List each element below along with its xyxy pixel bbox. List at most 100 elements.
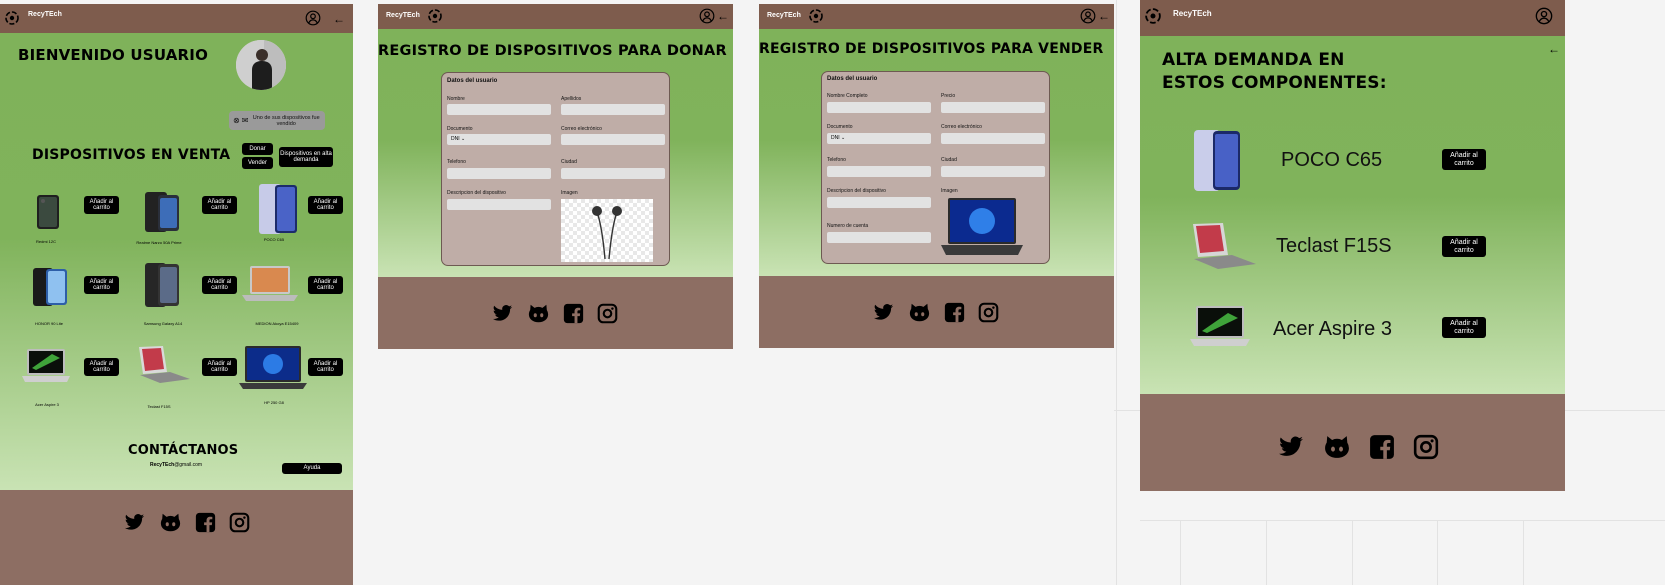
donate-button[interactable]: Donar bbox=[242, 143, 273, 155]
sold-notice[interactable]: ⊗ ✉ Uno de sus dispositivos fue vendido bbox=[229, 111, 325, 130]
facebook-icon[interactable] bbox=[195, 512, 216, 533]
field-label: Nombre Completo bbox=[827, 93, 868, 99]
product-image-phone[interactable] bbox=[32, 267, 68, 312]
github-icon[interactable] bbox=[1323, 434, 1351, 460]
phone-input[interactable] bbox=[447, 168, 551, 179]
user-circle-icon[interactable] bbox=[1080, 8, 1096, 24]
brand-name[interactable]: RecyTEch bbox=[28, 11, 62, 18]
github-icon[interactable] bbox=[908, 302, 931, 323]
add-to-cart-button[interactable]: Añadir al carrito bbox=[202, 358, 237, 376]
add-to-cart-button[interactable]: Añadir al carrito bbox=[308, 196, 343, 214]
instagram-icon[interactable] bbox=[1413, 434, 1439, 460]
arrow-left-icon[interactable]: ← bbox=[1548, 43, 1560, 55]
product-name: MEDION Akoya E15409 bbox=[255, 321, 299, 326]
add-to-cart-button[interactable]: Añadir al carrito bbox=[202, 276, 237, 294]
footer bbox=[759, 276, 1114, 348]
document-select-value: DNI bbox=[451, 136, 460, 142]
instagram-icon[interactable] bbox=[978, 302, 999, 323]
add-to-cart-button[interactable]: Añadir al carrito bbox=[308, 358, 343, 376]
twitter-icon[interactable] bbox=[123, 512, 146, 533]
image-upload[interactable] bbox=[561, 199, 653, 262]
field-label: Apellidos bbox=[561, 96, 582, 102]
name-input[interactable] bbox=[447, 104, 551, 115]
city-input[interactable] bbox=[561, 168, 665, 179]
document-select[interactable]: DNI ⌄ bbox=[447, 134, 551, 145]
sell-form: Datos del usuario Nombre Completo Precio… bbox=[821, 71, 1050, 264]
fullname-input[interactable] bbox=[827, 102, 931, 113]
product-image-laptop[interactable] bbox=[239, 345, 307, 396]
user-circle-icon[interactable] bbox=[1535, 7, 1553, 25]
instagram-icon[interactable] bbox=[229, 512, 250, 533]
twitter-icon[interactable] bbox=[872, 302, 895, 323]
phone-input[interactable] bbox=[827, 166, 931, 177]
field-label: Documento bbox=[447, 126, 473, 132]
twitter-icon[interactable] bbox=[1277, 434, 1305, 460]
instagram-icon[interactable] bbox=[597, 303, 618, 324]
recycle-logo-icon bbox=[428, 9, 442, 23]
sell-button[interactable]: Vender bbox=[242, 157, 273, 169]
description-input[interactable] bbox=[827, 197, 931, 208]
add-to-cart-button[interactable]: Añadir al carrito bbox=[1442, 317, 1486, 338]
form-section-title: Datos del usuario bbox=[827, 76, 878, 82]
product-name: HP 250 G8 bbox=[264, 400, 284, 405]
github-icon[interactable] bbox=[527, 303, 550, 324]
sell-frame: RecyTEch ← REGISTRO DE DISPOSITIVOS PARA… bbox=[759, 4, 1114, 348]
image-upload[interactable] bbox=[941, 197, 1023, 260]
product-image-phone[interactable] bbox=[36, 194, 60, 235]
add-to-cart-button[interactable]: Añadir al carrito bbox=[84, 358, 119, 376]
brand-name[interactable]: RecyTEch bbox=[767, 12, 801, 19]
user-circle-icon[interactable] bbox=[305, 10, 321, 26]
demand-button[interactable]: Dispositivos en alta demanda bbox=[279, 147, 333, 167]
contact-email[interactable]: RecyTEch@gmail.com bbox=[150, 462, 202, 468]
arrow-left-icon[interactable]: ← bbox=[717, 10, 729, 22]
brand-name[interactable]: RecyTEch bbox=[1173, 9, 1212, 18]
price-input[interactable] bbox=[941, 102, 1045, 113]
field-label: Correo electrónico bbox=[561, 126, 602, 132]
email-input[interactable] bbox=[941, 133, 1045, 144]
recycle-logo-icon bbox=[1145, 8, 1161, 24]
section-title: DISPOSITIVOS EN VENTA bbox=[32, 147, 231, 163]
github-icon[interactable] bbox=[159, 512, 182, 533]
add-to-cart-button[interactable]: Añadir al carrito bbox=[84, 276, 119, 294]
city-input[interactable] bbox=[941, 166, 1045, 177]
page-title-line-2: ESTOS COMPONENTES: bbox=[1162, 73, 1387, 93]
product-image-laptop[interactable] bbox=[1190, 222, 1256, 275]
arrow-left-icon[interactable]: ← bbox=[333, 13, 345, 25]
product-image-phone[interactable] bbox=[144, 262, 180, 313]
product-image-laptop[interactable] bbox=[242, 265, 298, 308]
donate-content: REGISTRO DE DISPOSITIVOS PARA DONAR Dato… bbox=[378, 29, 733, 277]
contact-email-domain: @gmail.com bbox=[174, 462, 203, 468]
home-content: BIENVENIDO USUARIO ⊗ ✉ Uno de sus dispos… bbox=[0, 33, 353, 490]
add-to-cart-button[interactable]: Añadir al carrito bbox=[202, 196, 237, 214]
product-name: Acer Aspire 3 bbox=[1273, 318, 1392, 340]
product-image-laptop[interactable] bbox=[136, 345, 190, 390]
product-image-phone[interactable] bbox=[1193, 129, 1241, 197]
add-to-cart-button[interactable]: Añadir al carrito bbox=[308, 276, 343, 294]
account-number-input[interactable] bbox=[827, 232, 931, 243]
brand-name[interactable]: RecyTEch bbox=[386, 12, 420, 19]
lastname-input[interactable] bbox=[561, 104, 665, 115]
twitter-icon[interactable] bbox=[491, 303, 514, 324]
field-label: Numero de cuenta bbox=[827, 223, 869, 229]
product-image-laptop[interactable] bbox=[22, 348, 70, 389]
arrow-left-icon[interactable]: ← bbox=[1098, 10, 1110, 22]
field-label: Correo electrónico bbox=[941, 124, 982, 130]
product-image-laptop[interactable] bbox=[1190, 305, 1250, 354]
add-to-cart-button[interactable]: Añadir al carrito bbox=[1442, 149, 1486, 170]
document-select[interactable]: DNI ⌄ bbox=[827, 133, 931, 144]
facebook-icon[interactable] bbox=[563, 303, 584, 324]
close-icon[interactable]: ⊗ bbox=[233, 116, 240, 124]
user-circle-icon[interactable] bbox=[699, 8, 715, 24]
help-button[interactable]: Ayuda bbox=[282, 463, 342, 474]
product-image-phone[interactable] bbox=[258, 183, 298, 240]
field-label: Descripcion del dispositivo bbox=[827, 188, 886, 194]
facebook-icon[interactable] bbox=[944, 302, 965, 323]
email-input[interactable] bbox=[561, 134, 665, 145]
add-to-cart-button[interactable]: Añadir al carrito bbox=[1442, 236, 1486, 257]
add-to-cart-button[interactable]: Añadir al carrito bbox=[84, 196, 119, 214]
avatar[interactable] bbox=[236, 40, 286, 90]
facebook-icon[interactable] bbox=[1369, 434, 1395, 460]
product-image-phone[interactable] bbox=[144, 191, 180, 238]
description-input[interactable] bbox=[447, 199, 551, 210]
footer bbox=[0, 490, 353, 585]
